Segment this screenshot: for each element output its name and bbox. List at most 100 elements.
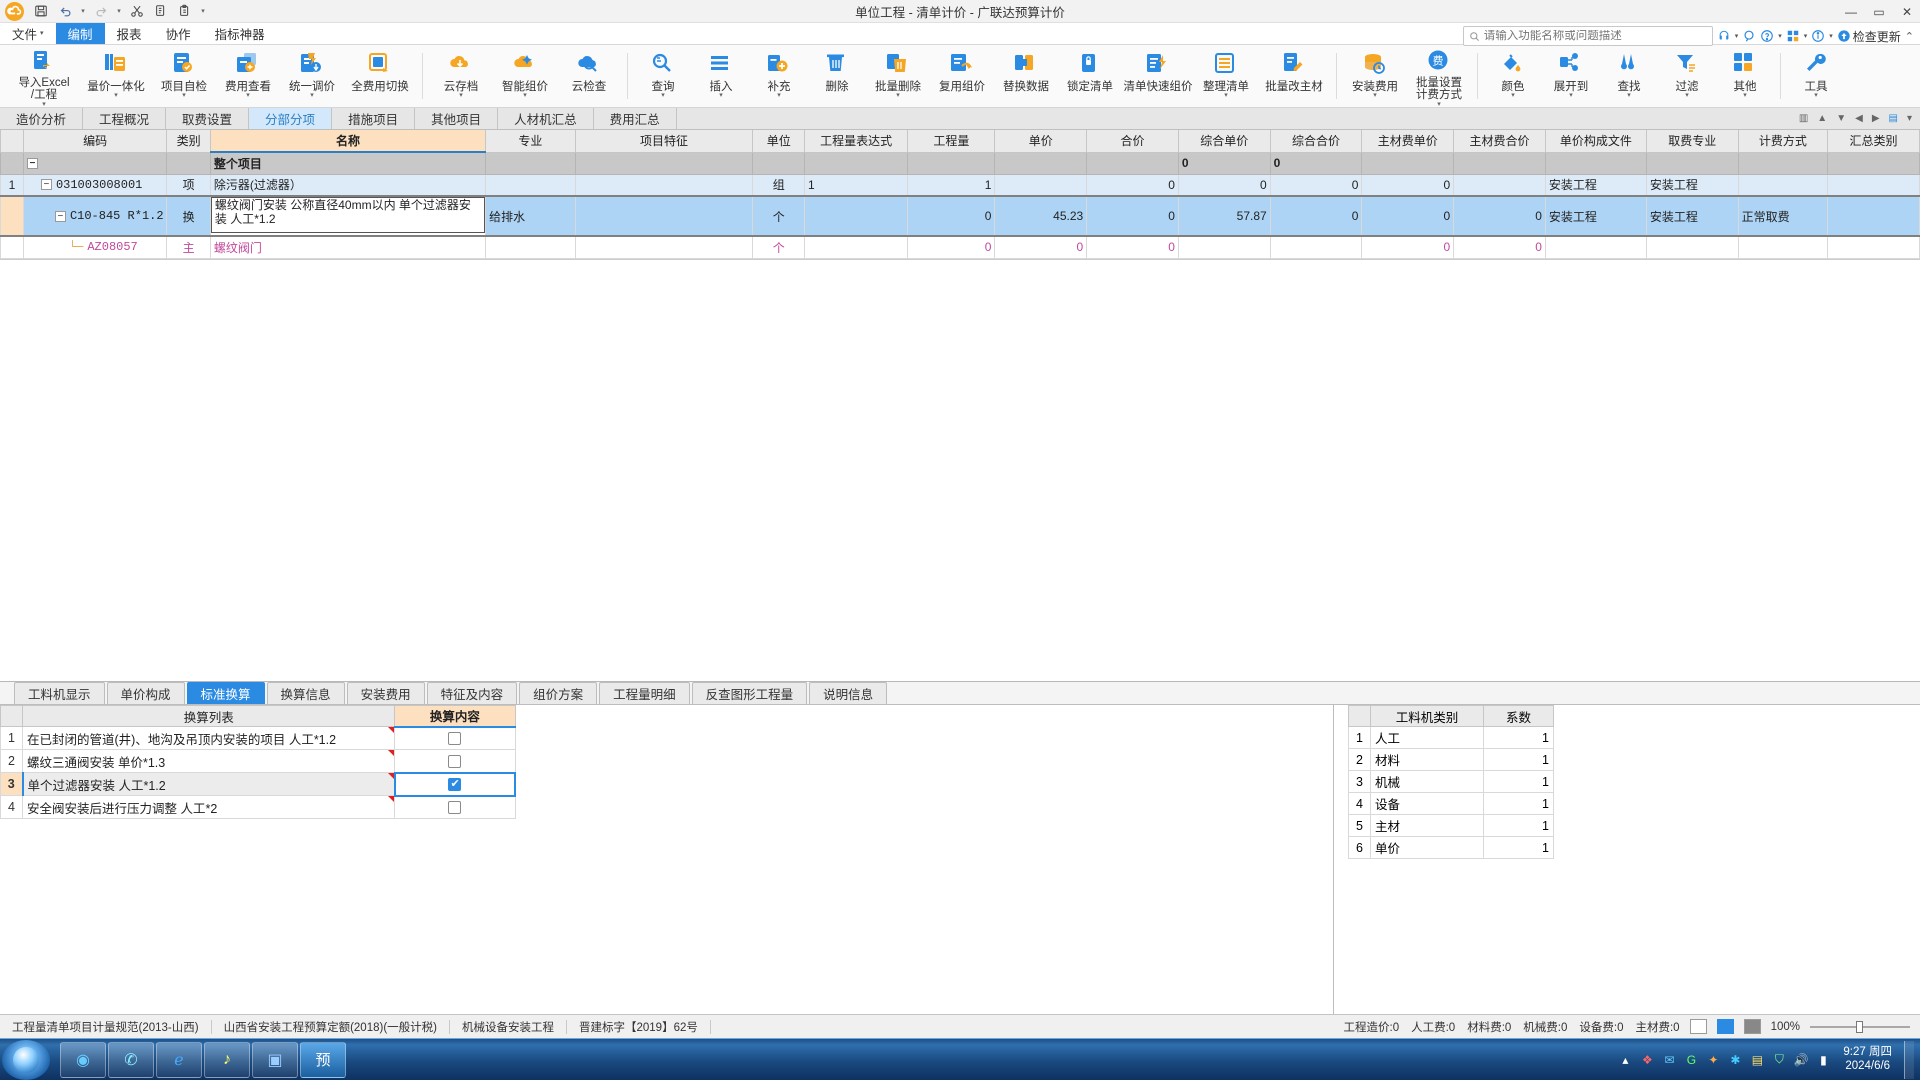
cell-price_file[interactable]	[1544, 235, 1647, 259]
ribbon-button-cloud-check[interactable]: 云检查	[557, 45, 621, 105]
cell-price_file[interactable]: 安装工程	[1544, 173, 1647, 197]
paste-icon[interactable]	[174, 2, 196, 20]
split-view-icon[interactable]	[1743, 1019, 1761, 1034]
cell-unit_price[interactable]: 0	[994, 235, 1088, 259]
save-icon[interactable]	[30, 2, 52, 20]
ribbon-button-caret-icon[interactable]: ▾	[246, 92, 250, 99]
bottom-tab-6[interactable]: 组价方案	[519, 682, 598, 704]
ribbon-button-quick-list-pricing[interactable]: 清单快速组价	[1122, 45, 1194, 105]
cell-qty[interactable]	[907, 151, 996, 175]
coefficient-row[interactable]: 2 材料 1	[1348, 748, 1554, 771]
ribbon-toolbar[interactable]: 导入Excel /工程 ▾ 量价一体化 ▾ 项目自检 ▾ 费用查看 ▾ 统一调价 ▾ 全费用切换 云存…	[0, 26, 1920, 108]
module-tab-6[interactable]: 人材机汇总	[498, 108, 594, 129]
module-tab-2[interactable]: 取费设置	[166, 108, 250, 129]
ribbon-button-caret-icon[interactable]: ▾	[1437, 101, 1441, 108]
cell-main_mat_unit[interactable]: 0	[1361, 195, 1455, 237]
cell-total_price[interactable]: 0	[1086, 235, 1179, 259]
conversion-panel[interactable]: 换算列表 换算内容 1 在已封闭的管道(井)、地沟及吊顶内安装的项目 人工*1.2 2…	[0, 705, 1334, 1014]
cell-comp_total_price[interactable]	[1269, 235, 1363, 259]
quick-access-toolbar[interactable]: ▾ ▾ ▾	[0, 2, 208, 20]
bottom-tab-8[interactable]: 反查图形工程量	[691, 682, 808, 704]
cell-comp_total_price[interactable]: 0	[1269, 195, 1363, 237]
ribbon-button-fee-view[interactable]: 费用查看 ▾	[216, 45, 280, 105]
ribbon-button-caret-icon[interactable]: ▾	[1224, 92, 1228, 99]
cell-fee_major[interactable]	[1645, 235, 1739, 259]
column-header-3[interactable]: 专业	[485, 130, 576, 153]
apps-icon[interactable]	[1786, 29, 1800, 43]
cell-code[interactable]: −031003008001	[22, 173, 168, 197]
sound-icon[interactable]: 🔊	[1793, 1053, 1809, 1067]
ribbon-button-caret-icon[interactable]: ▾	[719, 92, 723, 99]
search-box[interactable]	[1462, 26, 1713, 46]
column-header-14[interactable]: 单价构成文件	[1544, 130, 1647, 153]
coefficient-category[interactable]: 机械	[1370, 770, 1484, 793]
ribbon-button-full-fee-switch[interactable]: 全费用切换	[344, 45, 416, 105]
module-tab-0[interactable]: 造价分析	[0, 108, 84, 129]
module-tab-5[interactable]: 其他项目	[415, 108, 499, 129]
cell-qty[interactable]: 0	[907, 235, 996, 259]
bottom-tab-4[interactable]: 安装费用	[346, 682, 425, 704]
cell-sum_category[interactable]	[1827, 235, 1920, 259]
normal-view-icon[interactable]	[1716, 1019, 1734, 1034]
service-icon[interactable]	[1742, 29, 1756, 43]
cell-comp_unit_price[interactable]	[1177, 235, 1271, 259]
menu-item-4[interactable]: 指标神器	[203, 23, 277, 44]
column-header-16[interactable]: 计费方式	[1737, 130, 1829, 153]
coefficient-header-2[interactable]: 系数	[1483, 705, 1554, 727]
items-table[interactable]: 编码 类别 名称 专业 项目特征 单位 工程量表达式 工程量 单价 合价 综合单价 综合合价 主材费单价…	[0, 130, 1920, 259]
coefficient-row[interactable]: 6 单价 1	[1348, 836, 1554, 859]
cell-comp_total_price[interactable]: 0	[1269, 173, 1363, 197]
conversion-description[interactable]: 单个过滤器安装 人工*1.2	[21, 772, 396, 796]
cell-fee_method[interactable]	[1737, 235, 1829, 259]
cell-main_mat_total[interactable]	[1453, 151, 1546, 175]
cell-fee_major[interactable]: 安装工程	[1645, 195, 1739, 237]
conversion-header-2[interactable]: 换算内容	[394, 705, 516, 728]
tray-chevron-icon[interactable]: ▴	[1617, 1053, 1633, 1067]
column-header-10[interactable]: 综合单价	[1177, 130, 1271, 153]
checkbox-unchecked-icon[interactable]	[448, 754, 462, 768]
ribbon-button-caret-icon[interactable]: ▾	[1685, 92, 1689, 99]
cell-qty[interactable]: 0	[907, 195, 996, 237]
ribbon-button-caret-icon[interactable]: ▾	[1511, 92, 1515, 99]
ribbon-button-caret-icon[interactable]: ▾	[1743, 92, 1747, 99]
ribbon-button-caret-icon[interactable]: ▾	[310, 92, 314, 99]
cell-qty_expr[interactable]	[804, 235, 909, 259]
ribbon-button-caret-icon[interactable]: ▾	[42, 101, 46, 108]
coefficient-category[interactable]: 设备	[1370, 792, 1484, 815]
cell-total_price[interactable]: 0	[1086, 173, 1179, 197]
coefficient-panel[interactable]: 工料机类别 系数 1 人工 1 2 材料 1 3 机械 1 4 设备 1 5 主材 1 6 单价 1	[1334, 705, 1920, 1014]
ribbon-button-caret-icon[interactable]: ▾	[777, 92, 781, 99]
cell-unit_price[interactable]	[994, 151, 1088, 175]
info-caret-icon[interactable]: ▾	[1829, 32, 1833, 40]
explorer-icon[interactable]: ℯ	[156, 1041, 202, 1078]
cell-feature[interactable]	[574, 151, 754, 175]
media-icon[interactable]: ♪	[204, 1041, 250, 1078]
conversion-checkbox-cell[interactable]	[394, 749, 516, 773]
grid-settings-icon[interactable]: ▤	[1889, 113, 1898, 124]
column-header-15[interactable]: 取费专业	[1645, 130, 1739, 153]
conversion-checkbox-cell[interactable]	[394, 795, 516, 819]
ribbon-button-caret-icon[interactable]: ▾	[896, 92, 900, 99]
column-header-4[interactable]: 项目特征	[574, 130, 754, 153]
cell-sum_category[interactable]	[1827, 195, 1920, 237]
arrow-right-icon[interactable]: ▶	[1872, 113, 1880, 124]
cell-main_mat_total[interactable]	[1453, 173, 1546, 197]
undo-icon[interactable]	[54, 2, 76, 20]
share-icon[interactable]: ❖	[1639, 1053, 1655, 1067]
ribbon-button-caret-icon[interactable]: ▾	[1627, 92, 1631, 99]
cell-unit[interactable]	[752, 151, 806, 175]
cell-unit[interactable]: 组	[752, 173, 806, 197]
coefficient-value[interactable]: 1	[1483, 726, 1554, 749]
module-tab-3[interactable]: 分部分项	[249, 108, 333, 129]
folder-icon[interactable]: ▤	[1749, 1053, 1765, 1067]
cell-sum_category[interactable]	[1827, 173, 1920, 197]
coefficient-row[interactable]: 3 机械 1	[1348, 770, 1554, 793]
module-tab-7[interactable]: 费用汇总	[593, 108, 677, 129]
messenger-icon[interactable]: ✉	[1661, 1053, 1677, 1067]
cell-code[interactable]: − C10-845 R*1.2	[22, 195, 168, 237]
copy-icon[interactable]	[150, 2, 172, 20]
taskbar-clock[interactable]: 9:27 周四 2024/6/6	[1837, 1046, 1898, 1072]
row-expander-icon[interactable]: −	[54, 210, 66, 222]
coefficient-row[interactable]: 4 设备 1	[1348, 792, 1554, 815]
module-tabs[interactable]: 造价分析 工程概况 取费设置 分部分项 措施项目 其他项目 人材机汇总 费用汇总 ▥ ▲ ▼ …	[0, 108, 1920, 130]
